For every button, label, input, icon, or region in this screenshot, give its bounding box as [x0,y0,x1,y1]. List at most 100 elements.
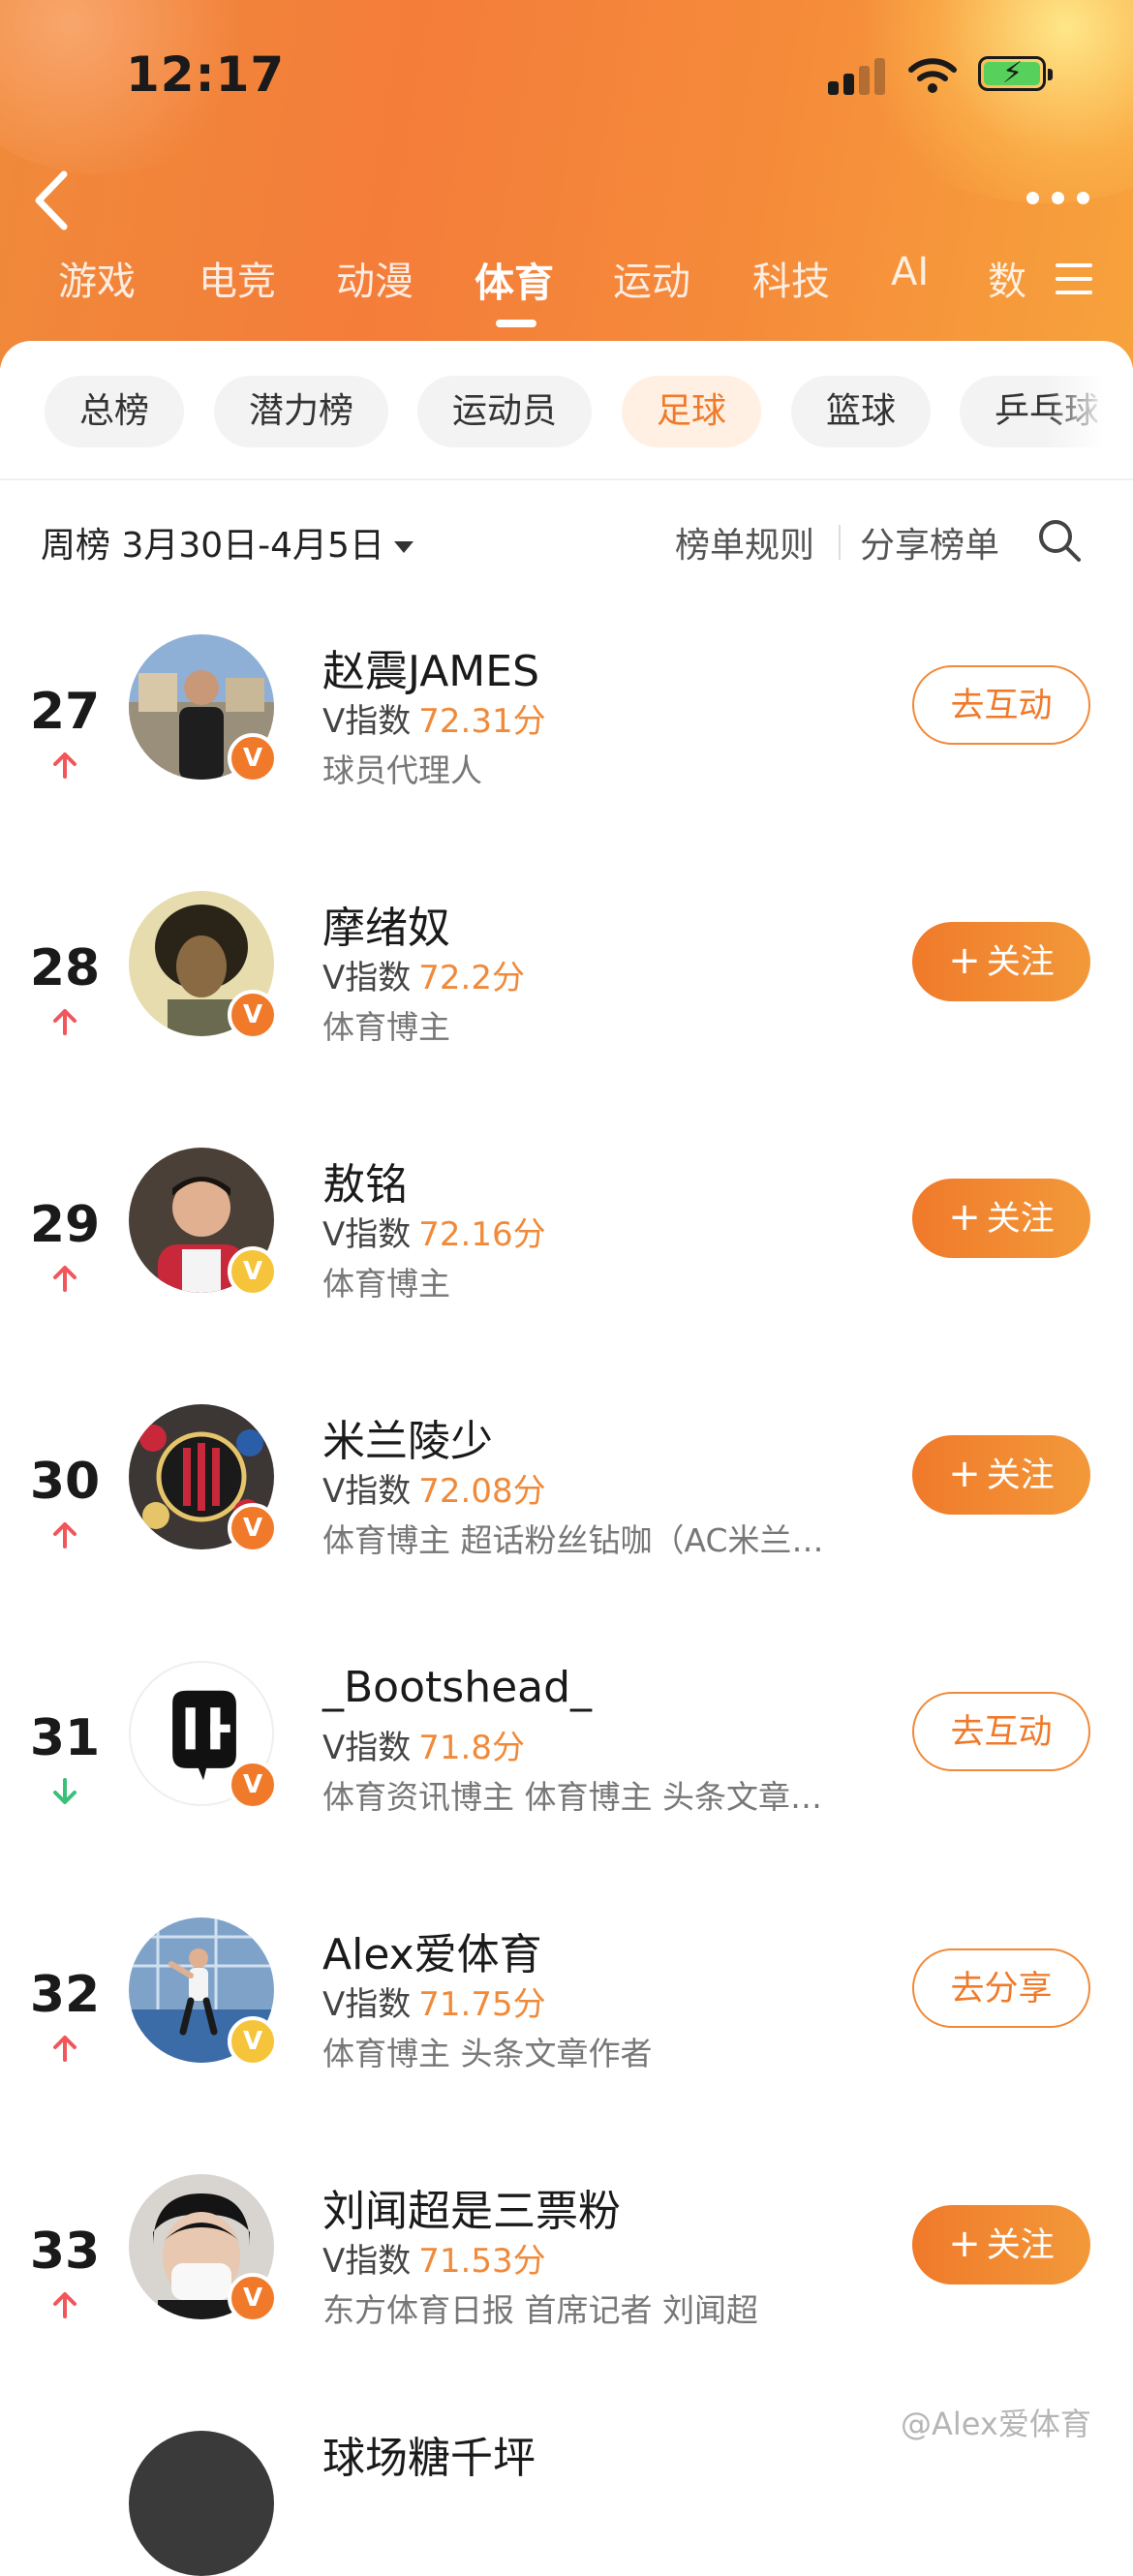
tab-digital[interactable]: 数 [988,250,1026,306]
share-button[interactable]: 去分享 [912,1948,1090,2028]
avatar[interactable] [129,2431,274,2576]
score-label: V指数 [322,702,412,741]
header: 12:17 ⚡ 游戏 电竞 动漫 体育 运动 科技 AI 数 [0,0,1133,368]
user-name[interactable]: 敖铭 [322,1150,408,1211]
battery-icon: ⚡ [978,56,1053,91]
plus-icon: + [948,2222,981,2266]
divider [0,478,1133,480]
ranking-row[interactable]: 28 V 摩绪奴 V指数 72.2分 体育博主 + 关注 [0,891,1133,1143]
follow-button[interactable]: + 关注 [912,1435,1090,1515]
user-description: 体育博主 头条文章作者 [322,2035,653,2072]
score-label: V指数 [322,1729,412,1767]
rank-number: 32 [29,1966,101,2024]
trend-up-icon [53,2036,77,2062]
category-tabs: 游戏 电竞 动漫 体育 运动 科技 AI 数 [0,250,1133,327]
follow-button[interactable]: + 关注 [912,1179,1090,1258]
divider [839,525,841,560]
chip-athletes[interactable]: 运动员 [417,376,592,447]
score: V指数 72.31分 [322,694,546,742]
follow-button[interactable]: + 关注 [912,922,1090,1001]
cellular-signal-icon [828,56,888,95]
search-icon[interactable] [1036,517,1083,564]
trend-up-icon [53,1522,77,1549]
tab-exercise[interactable]: 运动 [613,250,690,306]
score-label: V指数 [322,959,412,997]
ranking-row[interactable]: 30 V 米兰陵少 V指数 72.08分 体育博主 超话粉丝钻咖（AC米兰… + 关… [0,1404,1133,1656]
chip-potential[interactable]: 潜力榜 [214,376,388,447]
trend-up-icon [53,752,77,779]
chip-overall[interactable]: 总榜 [45,376,184,447]
ranking-row[interactable]: 31 V _Bootshead_ V指数 71.8分 体育资讯博主 体育博主 头条… [0,1661,1133,1913]
score: V指数 71.53分 [322,2234,546,2282]
score: V指数 72.16分 [322,1208,546,1255]
user-description: 体育博主 超话粉丝钻咖（AC米兰… [322,1521,824,1559]
rank-number: 27 [29,683,101,741]
user-name[interactable]: Alex爱体育 [322,1919,542,1981]
plus-icon: + [948,938,981,983]
rank-number: 30 [29,1453,101,1511]
score: V指数 72.08分 [322,1464,546,1512]
chip-fade [1046,376,1133,451]
verified-badge-icon: V [228,2016,278,2067]
score-label: V指数 [322,1215,412,1254]
user-name[interactable]: 球场糖千坪 [322,2423,536,2485]
follow-button[interactable]: + 关注 [912,2205,1090,2285]
follow-label: 关注 [986,943,1055,982]
plus-icon: + [948,1452,981,1496]
period-label: 周榜 3月30日-4月5日 [41,526,384,566]
rank-number: 28 [29,939,101,997]
trend-up-icon [53,1266,77,1292]
tab-games[interactable]: 游戏 [58,250,136,306]
rank-number: 31 [29,1709,101,1767]
ranking-row[interactable]: 27 V 赵震JAMES V指数 72.31分 球员代理人 去互动 [0,634,1133,886]
user-description: 体育博主 [322,1008,450,1046]
score-value: 72.2分 [418,959,525,997]
caret-down-icon [393,541,413,553]
verified-badge-icon: V [228,1503,278,1553]
ranking-row[interactable]: 33 V 刘闻超是三票粉 V指数 71.53分 东方体育日报 首席记者 刘闻超 +… [0,2174,1133,2426]
score: V指数 71.75分 [322,1978,546,2025]
share-ranking-link[interactable]: 分享榜单 [860,517,999,567]
chip-basketball[interactable]: 篮球 [791,376,931,447]
user-description: 体育资讯博主 体育博主 头条文章… [322,1778,822,1816]
sub-tabs: 总榜 潜力榜 运动员 足球 篮球 乒乓球 [0,376,1133,451]
user-name[interactable]: 米兰陵少 [322,1406,493,1468]
back-button[interactable] [27,167,76,234]
follow-label: 关注 [986,1200,1055,1239]
interact-button[interactable]: 去互动 [912,1692,1090,1771]
user-name[interactable]: 摩绪奴 [322,893,450,955]
verified-badge-icon: V [228,1760,278,1810]
score-label: V指数 [322,2242,412,2281]
score-value: 71.8分 [418,1729,525,1767]
user-name[interactable]: _Bootshead_ [322,1663,592,1712]
verified-badge-icon: V [228,1246,278,1297]
tab-sports[interactable]: 体育 [475,250,554,308]
header-decoration [842,0,1133,203]
user-name[interactable]: 刘闻超是三票粉 [322,2176,621,2238]
tab-tech[interactable]: 科技 [752,250,830,306]
more-options-button[interactable] [1026,184,1094,213]
trend-up-icon [53,2292,77,2318]
tab-anime[interactable]: 动漫 [336,250,413,306]
ranking-row[interactable]: 29 V 敖铭 V指数 72.16分 体育博主 + 关注 [0,1148,1133,1399]
rules-link[interactable]: 榜单规则 [675,517,814,567]
score-value: 72.08分 [418,1472,546,1511]
plus-icon: + [948,1195,981,1240]
trend-up-icon [53,1009,77,1035]
menu-icon[interactable] [1056,261,1094,296]
rank-number: 29 [29,1196,101,1254]
score: V指数 71.8分 [322,1721,525,1768]
interact-button[interactable]: 去互动 [912,665,1090,745]
user-name[interactable]: 赵震JAMES [322,636,539,698]
score: V指数 72.2分 [322,951,525,998]
user-description: 球员代理人 [322,751,482,789]
user-description: 体育博主 [322,1265,450,1303]
user-description: 东方体育日报 首席记者 刘闻超 [322,2291,758,2329]
ranking-row[interactable]: 32 V Alex爱体育 V指数 71.75分 体育博主 头条文章作者 去分享 [0,1917,1133,2169]
active-tab-indicator [496,320,536,327]
tab-ai[interactable]: AI [891,250,929,294]
watermark: @Alex爱体育 [901,2406,1091,2442]
tab-esports[interactable]: 电竞 [199,250,276,306]
chip-football[interactable]: 足球 [622,376,761,447]
period-selector[interactable]: 周榜 3月30日-4月5日 [41,517,413,567]
